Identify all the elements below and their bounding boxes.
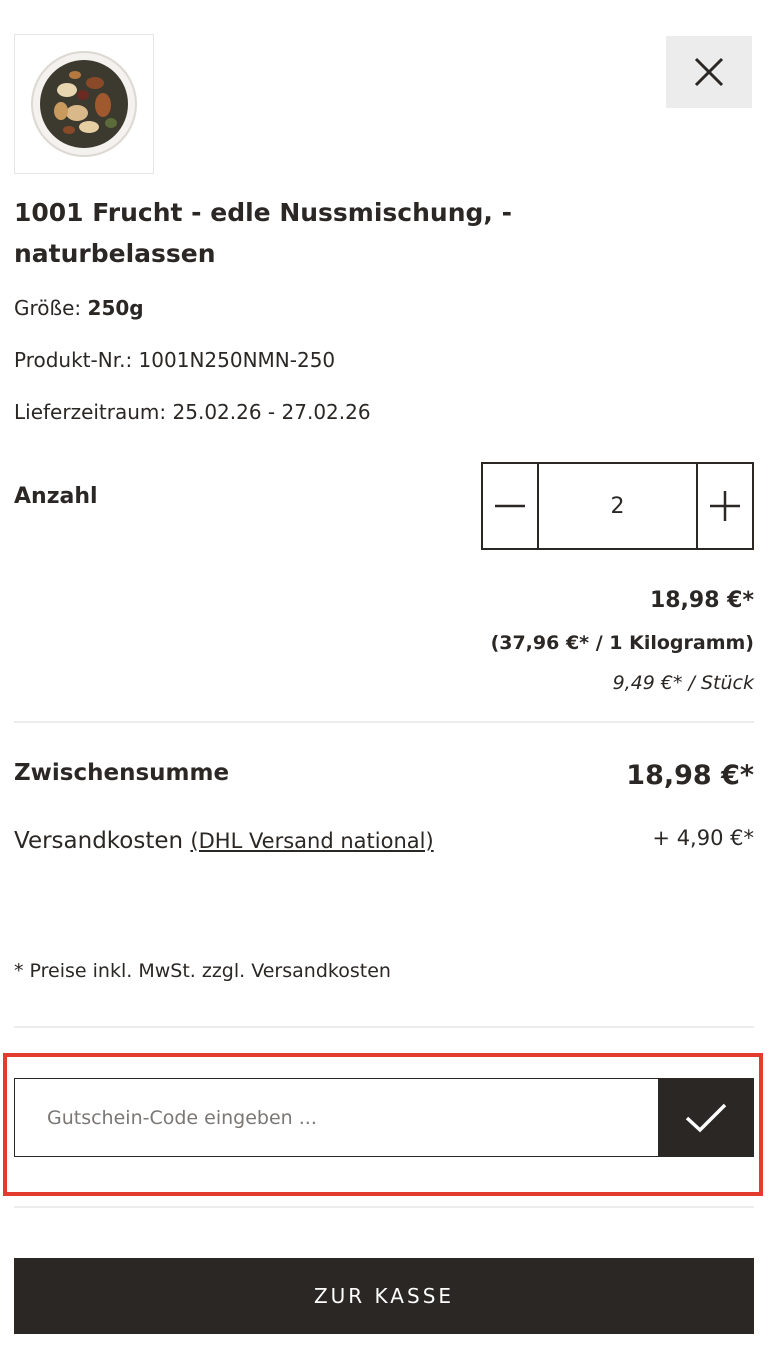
nut-mix-bowl-image <box>31 51 137 157</box>
quantity-value[interactable]: 2 <box>539 464 696 548</box>
plus-icon <box>710 491 740 521</box>
price-note: * Preise inkl. MwSt. zzgl. Versandkosten <box>14 960 391 982</box>
product-image[interactable] <box>14 34 154 174</box>
size-value: 250g <box>87 296 144 320</box>
checkmark-icon <box>685 1103 727 1132</box>
quantity-label: Anzahl <box>14 484 98 509</box>
decrease-quantity-button[interactable] <box>483 464 539 548</box>
checkout-button[interactable]: ZUR KASSE <box>14 1258 754 1334</box>
delivery-value: 25.02.26 - 27.02.26 <box>172 400 371 424</box>
delivery-label: Lieferzeitraum: <box>14 400 167 424</box>
divider <box>14 1026 754 1028</box>
product-title[interactable]: 1001 Frucht - edle Nussmischung, - natur… <box>14 192 534 274</box>
size-label: Größe: <box>14 296 82 320</box>
quantity-stepper: 2 <box>481 462 754 550</box>
shipping-method-link[interactable]: (DHL Versand national) <box>190 829 433 853</box>
close-icon <box>694 57 724 87</box>
sku-value: 1001N250NMN-250 <box>138 348 336 372</box>
delivery-period: Lieferzeitraum: 25.02.26 - 27.02.26 <box>14 400 371 424</box>
voucher-submit-button[interactable] <box>658 1078 754 1157</box>
divider <box>14 1206 754 1208</box>
shipping-label: Versandkosten <box>14 828 184 854</box>
divider <box>14 721 754 723</box>
shipping-value: + 4,90 €* <box>652 826 754 850</box>
shipping-costs: Versandkosten (DHL Versand national) <box>14 820 434 862</box>
line-total-price: 18,98 €* <box>649 588 754 613</box>
product-size: Größe: 250g <box>14 296 144 320</box>
unit-price: (37,96 €* / 1 Kilogramm) <box>490 632 754 654</box>
minus-icon <box>495 504 525 508</box>
subtotal-label: Zwischensumme <box>14 760 230 786</box>
sku-label: Produkt-Nr.: <box>14 348 133 372</box>
voucher-code-input[interactable] <box>14 1078 659 1157</box>
close-button[interactable] <box>666 36 752 108</box>
increase-quantity-button[interactable] <box>696 464 752 548</box>
subtotal-value: 18,98 €* <box>626 760 754 791</box>
product-sku: Produkt-Nr.: 1001N250NMN-250 <box>14 348 335 372</box>
piece-price: 9,49 €* / Stück <box>612 672 754 694</box>
